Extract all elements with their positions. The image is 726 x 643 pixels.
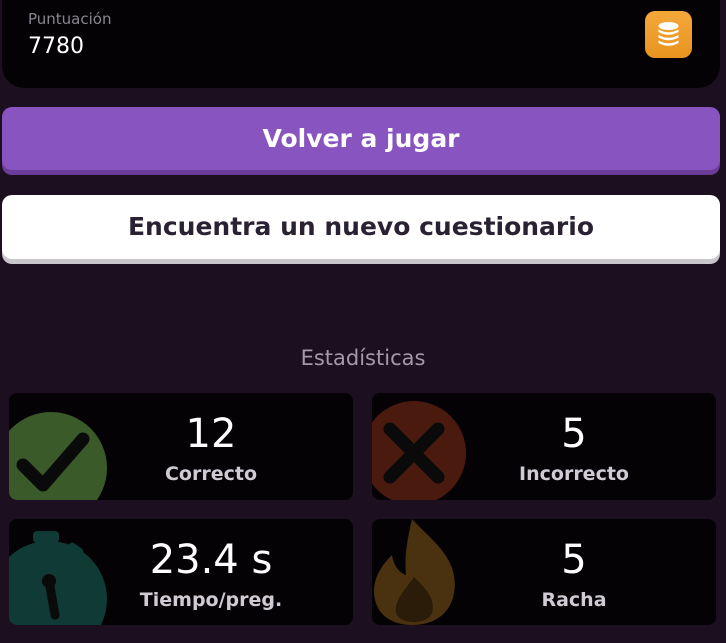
coins-icon	[645, 11, 692, 58]
stat-value-incorrect: 5	[561, 411, 587, 457]
score-card: Puntuación 7780	[2, 0, 720, 88]
play-again-button[interactable]: Volver a jugar	[2, 107, 720, 170]
stat-value-correct: 12	[185, 411, 237, 457]
score-value: 7780	[28, 34, 84, 59]
stat-card-time: 23.4 s Tiempo/preg.	[9, 519, 353, 625]
stat-label-time: Tiempo/preg.	[139, 589, 283, 611]
stat-label-streak: Racha	[541, 589, 607, 611]
score-label: Puntuación	[28, 10, 112, 28]
stat-value-time: 23.4 s	[149, 537, 273, 583]
find-new-quiz-button[interactable]: Encuentra un nuevo cuestionario	[2, 195, 720, 259]
stat-value-streak: 5	[561, 537, 587, 583]
stat-label-correct: Correcto	[164, 463, 258, 485]
stat-label-incorrect: Incorrecto	[519, 463, 629, 485]
stat-card-incorrect: 5 Incorrecto	[372, 393, 716, 500]
stats-title: Estadísticas	[300, 346, 426, 370]
stat-card-streak: 5 Racha	[372, 519, 716, 625]
stat-card-correct: 12 Correcto	[9, 393, 353, 500]
